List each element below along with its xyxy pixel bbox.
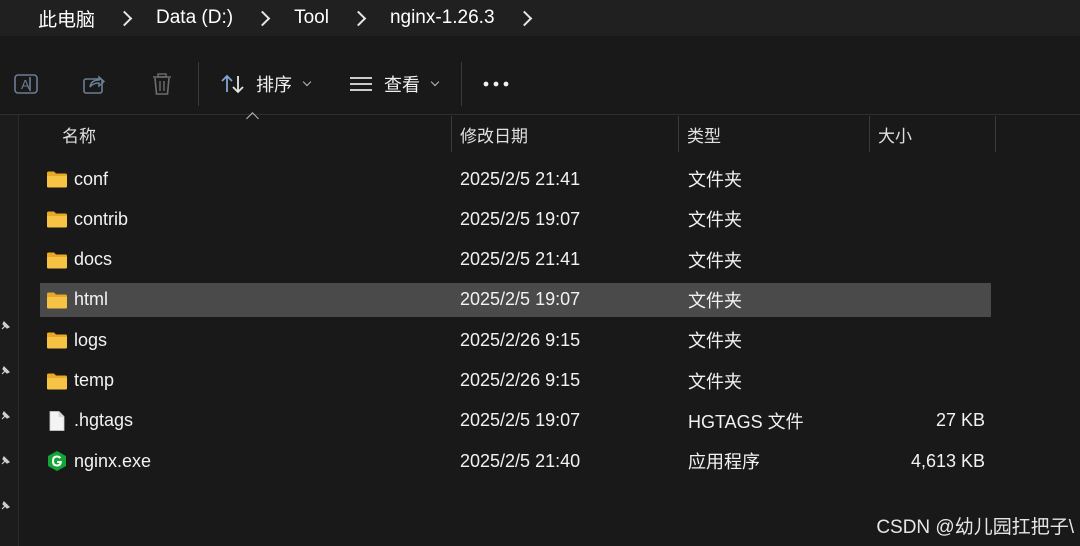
folder-icon [46, 370, 68, 392]
toolbar-divider [461, 62, 462, 106]
file-row[interactable]: conf 2025/2/5 21:41 文件夹 [40, 162, 991, 196]
column-header-size[interactable]: 大小 [878, 116, 912, 152]
file-name: html [74, 289, 109, 310]
file-row[interactable]: contrib 2025/2/5 19:07 文件夹 [40, 202, 991, 236]
file-name: docs [74, 249, 113, 270]
rename-button[interactable]: A [12, 70, 40, 98]
file-date: 2025/2/5 21:41 [460, 168, 581, 189]
file-type: 文件夹 [688, 331, 742, 352]
file-row[interactable]: logs 2025/2/26 9:15 文件夹 [40, 323, 991, 357]
file-size: 4,613 KB [910, 450, 985, 471]
file-row[interactable]: docs 2025/2/5 21:41 文件夹 [40, 243, 991, 277]
folder-icon [46, 289, 68, 311]
more-icon [483, 81, 509, 87]
chevron-right-icon[interactable] [350, 10, 367, 26]
folder-icon [46, 329, 68, 351]
file-name: nginx.exe [74, 450, 152, 471]
folder-icon [46, 208, 68, 230]
pin-icon[interactable] [0, 364, 12, 376]
file-type: 文件夹 [688, 371, 742, 392]
rename-icon: A [14, 74, 38, 94]
column-header-date[interactable]: 修改日期 [460, 116, 528, 152]
column-header-name[interactable]: 名称 [62, 116, 96, 152]
file-date: 2025/2/5 19:07 [460, 410, 581, 431]
file-type: 文件夹 [688, 290, 742, 311]
more-options-button[interactable] [482, 70, 510, 98]
delete-button[interactable] [148, 70, 176, 98]
watermark: CSDN @幼儿园扛把子\ [876, 517, 1074, 538]
chevron-right-icon[interactable] [516, 10, 532, 26]
file-date: 2025/2/26 9:15 [460, 370, 581, 390]
breadcrumb-item-this-pc[interactable]: 此电脑 [34, 0, 99, 36]
breadcrumb-item-nginx[interactable]: nginx-1.26.3 [386, 0, 499, 36]
file-name: temp [74, 370, 115, 390]
file-name: conf [74, 168, 109, 189]
file-size: 27 KB [935, 410, 985, 431]
view-list-icon [350, 77, 372, 91]
file-type: HGTAGS 文件 [688, 411, 804, 432]
breadcrumb-item-tool[interactable]: Tool [290, 0, 333, 36]
sort-icon [221, 74, 244, 94]
file-type: 文件夹 [688, 170, 742, 190]
file-type: 应用程序 [688, 452, 760, 473]
file-date: 2025/2/26 9:15 [460, 329, 581, 350]
navigation-pane-divider[interactable] [18, 115, 19, 546]
view-button[interactable]: 查看 [348, 68, 440, 100]
sort-button[interactable]: 排序 [220, 68, 312, 100]
file-row[interactable]: nginx.exe 2025/2/5 21:40 应用程序 4,613 KB [40, 444, 991, 478]
column-resize-handle[interactable] [869, 116, 870, 152]
pin-icon[interactable] [0, 454, 12, 466]
view-label: 查看 [384, 75, 420, 95]
pin-icon[interactable] [0, 499, 12, 511]
share-icon [83, 75, 106, 94]
file-type: 文件夹 [688, 250, 742, 271]
file-row[interactable]: .hgtags 2025/2/5 19:07 HGTAGS 文件 27 KB [40, 404, 991, 438]
toolbar-bottom-border [0, 114, 1080, 115]
column-resize-handle[interactable] [451, 116, 452, 152]
trash-icon [153, 73, 171, 95]
file-date: 2025/2/5 19:07 [460, 208, 581, 229]
file-explorer-window: 此电脑 Data (D:) Tool nginx-1.26.3 A 排序 查看 … [0, 0, 1080, 546]
breadcrumb-item-drive[interactable]: Data (D:) [152, 0, 237, 36]
command-bar: A 排序 查看 [0, 52, 1080, 116]
sort-label: 排序 [256, 75, 292, 95]
file-name: logs [74, 329, 108, 350]
file-date: 2025/2/5 19:07 [460, 289, 581, 310]
file-row[interactable]: html 2025/2/5 19:07 文件夹 [40, 282, 991, 317]
share-button[interactable] [80, 70, 108, 98]
folder-icon [46, 249, 68, 271]
navigation-pane-edge[interactable] [0, 115, 18, 546]
column-resize-handle[interactable] [995, 116, 996, 152]
breadcrumb: 此电脑 Data (D:) Tool nginx-1.26.3 [0, 0, 1080, 36]
file-row[interactable]: temp 2025/2/26 9:15 文件夹 [40, 364, 991, 398]
file-date: 2025/2/5 21:40 [460, 450, 581, 471]
pin-icon[interactable] [0, 409, 12, 421]
file-date: 2025/2/5 21:41 [460, 249, 581, 270]
file-type: 文件夹 [688, 210, 742, 231]
nginx-app-icon [46, 450, 68, 472]
file-name: contrib [74, 208, 129, 229]
file-icon [46, 410, 68, 432]
toolbar-divider [198, 62, 199, 106]
svg-text:A: A [21, 77, 30, 92]
chevron-down-icon [302, 77, 312, 87]
pin-icon[interactable] [0, 319, 12, 331]
folder-icon [46, 168, 68, 190]
chevron-right-icon[interactable] [254, 10, 271, 26]
file-name: .hgtags [74, 410, 134, 431]
column-resize-handle[interactable] [678, 116, 679, 152]
chevron-right-icon[interactable] [116, 10, 133, 26]
column-header-type[interactable]: 类型 [687, 116, 721, 152]
chevron-down-icon [430, 77, 440, 87]
